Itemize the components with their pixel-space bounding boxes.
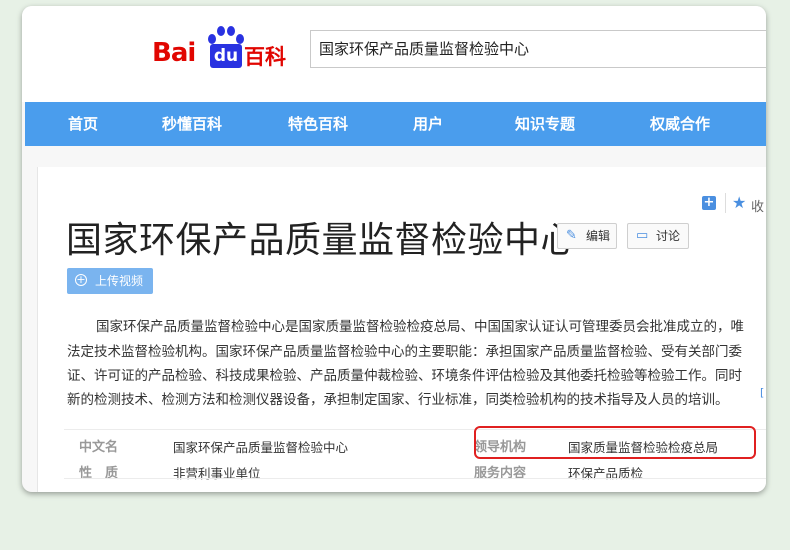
paragraph-line-2: 法定技术监督检验机构。国家环保产品质量监督检验中心的主要职能：承担国家产品质量监… bbox=[67, 344, 742, 360]
nav-cooperation[interactable]: 权威合作 bbox=[650, 102, 710, 146]
plus-circle-icon: + bbox=[75, 273, 87, 286]
highlight-box bbox=[474, 426, 756, 459]
header: Bai du 百科 国家环保产品质量监督检验中心 bbox=[22, 6, 766, 102]
edit-button[interactable]: ✎ 编辑 bbox=[557, 223, 617, 249]
infobox-value: 国家环保产品质量监督检验中心 bbox=[173, 440, 349, 455]
comment-icon: ▭ bbox=[636, 228, 649, 243]
paragraph-line-3: 证、许可证的产品检验、科技成果检验、产品质量仲裁检验、环境条件评估检验及其他委托… bbox=[67, 368, 742, 384]
search-input[interactable]: 国家环保产品质量监督检验中心 bbox=[310, 30, 766, 68]
paragraph-line-1: 国家环保产品质量监督检验中心是国家质量监督检验检疫总局、中国国家认证认可管理委员… bbox=[96, 319, 744, 335]
logo-bai: Bai bbox=[152, 38, 196, 68]
discuss-button[interactable]: ▭ 讨论 bbox=[627, 223, 689, 249]
page-title: 国家环保产品质量监督检验中心 bbox=[66, 220, 578, 261]
infobox-value: 环保产品质检 bbox=[568, 466, 644, 481]
infobox-label: 中文名 bbox=[79, 440, 119, 455]
edit-label: 编辑 bbox=[586, 229, 611, 243]
logo-baike: 百科 bbox=[244, 45, 286, 69]
add-icon[interactable]: + bbox=[702, 196, 716, 210]
toolbar-divider bbox=[725, 193, 726, 213]
browser-card: Bai du 百科 国家环保产品质量监督检验中心 首页 秒懂百科 特色百科 用户… bbox=[22, 6, 766, 492]
main-nav: 首页 秒懂百科 特色百科 用户 知识专题 权威合作 bbox=[25, 102, 766, 146]
upload-video-label: 上传视频 bbox=[95, 274, 144, 288]
infobox-divider bbox=[64, 478, 766, 479]
discuss-label: 讨论 bbox=[656, 229, 681, 243]
reference-link[interactable]: [ bbox=[760, 386, 764, 399]
paw-icon bbox=[208, 26, 244, 46]
upload-video-button[interactable]: + 上传视频 bbox=[67, 268, 153, 294]
star-icon[interactable]: ★ bbox=[732, 193, 746, 212]
nav-miaodong[interactable]: 秒懂百科 bbox=[162, 102, 222, 146]
pencil-icon: ✎ bbox=[566, 228, 577, 243]
favorite-label[interactable]: 收 bbox=[751, 196, 764, 215]
nav-special[interactable]: 特色百科 bbox=[288, 102, 348, 146]
baidu-baike-logo[interactable]: Bai du 百科 bbox=[152, 26, 292, 70]
nav-user[interactable]: 用户 bbox=[413, 102, 443, 146]
logo-du: du bbox=[210, 44, 242, 68]
nav-home[interactable]: 首页 bbox=[68, 102, 98, 146]
nav-topics[interactable]: 知识专题 bbox=[515, 102, 575, 146]
paragraph-line-4: 新的检测技术、检测方法和检测仪器设备，承担制定国家、行业标准，同类检验机构的技术… bbox=[67, 392, 729, 408]
infobox-value: 非营利事业单位 bbox=[173, 466, 261, 481]
